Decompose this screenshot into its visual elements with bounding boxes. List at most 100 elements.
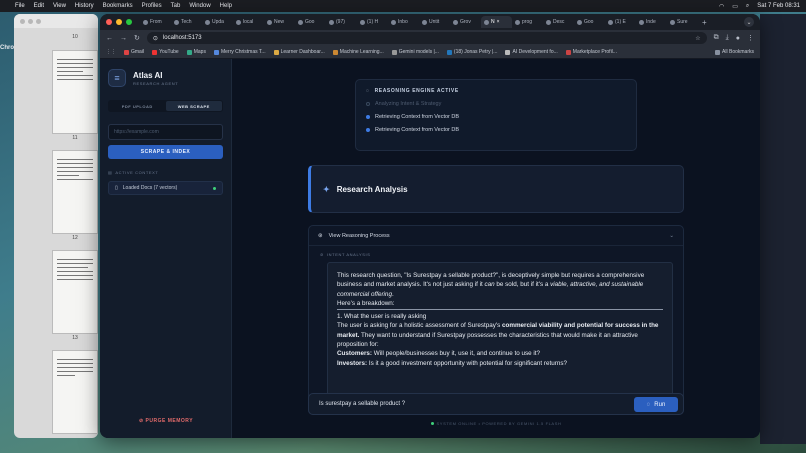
browser-tab[interactable]: Sure xyxy=(667,16,698,28)
page-thumbnail[interactable] xyxy=(52,150,98,234)
search-icon[interactable]: ⌕ xyxy=(746,3,749,10)
browser-tab[interactable]: Inde xyxy=(636,16,667,28)
battery-icon[interactable]: ▭ xyxy=(732,3,738,10)
browser-tab[interactable]: Untit xyxy=(419,16,450,28)
bookmark-item[interactable]: Maps xyxy=(186,49,206,55)
all-bookmarks-button[interactable]: All Bookmarks xyxy=(715,49,754,55)
bookmark-star-icon[interactable]: ☆ xyxy=(695,35,700,42)
page-number: 11 xyxy=(72,135,78,141)
scrape-url-input[interactable]: https://example.com xyxy=(108,124,223,140)
url-input[interactable]: ⊙ localhost:5173 ☆ xyxy=(146,32,707,44)
bookmark-item[interactable]: YouTube xyxy=(152,49,179,55)
status-footer: SYSTEM ONLINE • POWERED BY GEMINI 1.5 FL… xyxy=(308,421,684,426)
new-tab-icon[interactable]: + xyxy=(698,18,711,27)
sparkle-icon: ✦ xyxy=(323,184,330,194)
browser-tab[interactable]: prog xyxy=(512,16,543,28)
page-number: 10 xyxy=(72,34,78,40)
menu-history[interactable]: History xyxy=(75,3,94,9)
context-item[interactable]: ▯ Loaded Docs (7 vectors) xyxy=(108,181,223,195)
bookmark-item[interactable]: Marketplace Profil... xyxy=(565,49,617,55)
bookmark-item[interactable]: Learner Dashboar... xyxy=(273,49,325,55)
bookmark-item[interactable]: Machine Learning... xyxy=(332,49,384,55)
chevron-down-icon[interactable]: ⌄ xyxy=(669,233,674,239)
browser-tab[interactable]: Tech xyxy=(171,16,202,28)
source-toggle: PDF UPLOAD WEB SCRAPE xyxy=(108,100,223,112)
bookmark-item[interactable]: AI Development fo... xyxy=(505,49,558,55)
minimize-window-icon[interactable] xyxy=(116,19,122,25)
reasoning-toggle[interactable]: ⊛ View Reasoning Process ⌄ xyxy=(309,226,683,246)
tab-strip: From Tech Upda local New Goo (97) (1) H … xyxy=(100,14,760,30)
page-number: 12 xyxy=(72,235,78,241)
tab-pdf-upload[interactable]: PDF UPLOAD xyxy=(109,101,166,111)
zoom-window-icon[interactable] xyxy=(126,19,132,25)
query-input[interactable]: Is surestpay a sellable product ? ◌ Run xyxy=(308,393,684,415)
site-info-icon[interactable]: ⊙ xyxy=(153,35,158,42)
extensions-icon[interactable]: ⧉ xyxy=(714,34,719,42)
forward-icon[interactable]: → xyxy=(120,35,127,42)
browser-tab[interactable]: New xyxy=(264,16,295,28)
close-window-icon[interactable] xyxy=(106,19,112,25)
bookmark-item[interactable]: Gemini models |... xyxy=(391,49,439,55)
browser-tab[interactable]: Upda xyxy=(202,16,233,28)
browser-tab[interactable]: Goo xyxy=(295,16,326,28)
run-button[interactable]: ◌ Run xyxy=(634,397,678,412)
bookmark-item[interactable]: Gmail xyxy=(124,49,144,55)
browser-tab[interactable]: Grov xyxy=(450,16,481,28)
wifi-icon[interactable]: ◠ xyxy=(719,3,724,10)
trash-icon: ⊘ xyxy=(138,418,144,424)
app-sidebar: ≡ Atlas AI RESEARCH AGENT PDF UPLOAD WEB… xyxy=(100,59,232,438)
active-context-header: ▤ ACTIVE CONTEXT xyxy=(108,170,159,175)
query-text: Is surestpay a sellable product ? xyxy=(319,401,406,407)
browser-tab[interactable]: Inbo xyxy=(388,16,419,28)
bookmark-item[interactable]: Merry Christmas T... xyxy=(213,49,266,55)
pin-icon: ⊘ xyxy=(320,252,324,257)
tab-search-icon[interactable]: ⌄ xyxy=(744,17,754,27)
layers-icon: ▤ xyxy=(108,170,113,175)
browser-tab[interactable]: local xyxy=(233,16,264,28)
browser-tab-active[interactable]: N × xyxy=(481,16,512,28)
menu-clock[interactable]: Sat 7 Feb 08:31 xyxy=(757,3,800,9)
url-text: localhost:5173 xyxy=(162,35,202,41)
menu-edit[interactable]: Edit xyxy=(34,3,44,9)
atlas-app: ≡ Atlas AI RESEARCH AGENT PDF UPLOAD WEB… xyxy=(100,59,760,438)
spinner-icon: ◌ xyxy=(646,401,651,408)
brand: ≡ Atlas AI RESEARCH AGENT xyxy=(108,69,223,87)
browser-tab[interactable]: (97) xyxy=(326,16,357,28)
purge-memory-button[interactable]: ⊘ PURGE MEMORY xyxy=(100,418,232,424)
background-window xyxy=(760,14,806,444)
back-icon[interactable]: ← xyxy=(106,35,113,42)
menu-window[interactable]: Window xyxy=(189,3,210,9)
menu-view[interactable]: View xyxy=(53,3,66,9)
engine-header: ◌ REASONING ENGINE ACTIVE xyxy=(366,88,459,94)
online-dot xyxy=(430,422,434,425)
more-menu-icon[interactable]: ⋮ xyxy=(747,34,754,42)
browser-tab[interactable]: From xyxy=(140,16,171,28)
browser-tab[interactable]: Goo xyxy=(574,16,605,28)
status-dot xyxy=(213,186,216,190)
menu-help[interactable]: Help xyxy=(220,3,232,9)
page-thumbnail[interactable] xyxy=(52,50,98,134)
browser-tab[interactable]: (1) E xyxy=(605,16,636,28)
browser-tab[interactable]: (1) H xyxy=(357,16,388,28)
page-thumbnail[interactable] xyxy=(52,350,98,434)
bookmark-item[interactable]: (18) Jonas Petry |... xyxy=(446,49,497,55)
page-thumbnail[interactable] xyxy=(52,250,98,334)
menu-profiles[interactable]: Profiles xyxy=(142,3,162,9)
engine-step: Retrieving Context from Vector DB xyxy=(366,127,626,133)
browser-tab[interactable]: Desc xyxy=(543,16,574,28)
scrape-index-button[interactable]: SCRAPE & INDEX xyxy=(108,145,223,159)
menu-file[interactable]: File xyxy=(15,3,25,9)
reload-icon[interactable]: ↻ xyxy=(134,34,140,42)
profile-icon[interactable]: ● xyxy=(736,35,740,42)
engine-step: Retrieving Context from Vector DB xyxy=(366,114,626,120)
apps-grid-icon[interactable]: ⋮⋮ xyxy=(106,49,116,55)
download-icon[interactable]: ⤓ xyxy=(726,34,729,42)
intent-analysis-label: ⊘ INTENT ANALYSIS xyxy=(320,252,371,257)
engine-step: Analyzing Intent & Strategy xyxy=(366,101,626,107)
tab-web-scrape[interactable]: WEB SCRAPE xyxy=(165,101,222,111)
menu-bookmarks[interactable]: Bookmarks xyxy=(103,3,133,9)
list-item: Customers: Will people/businesses buy it… xyxy=(337,350,541,358)
page-number: 13 xyxy=(72,335,78,341)
paragraph: The user is asking for a holistic assess… xyxy=(337,322,659,349)
menu-tab[interactable]: Tab xyxy=(171,3,181,9)
